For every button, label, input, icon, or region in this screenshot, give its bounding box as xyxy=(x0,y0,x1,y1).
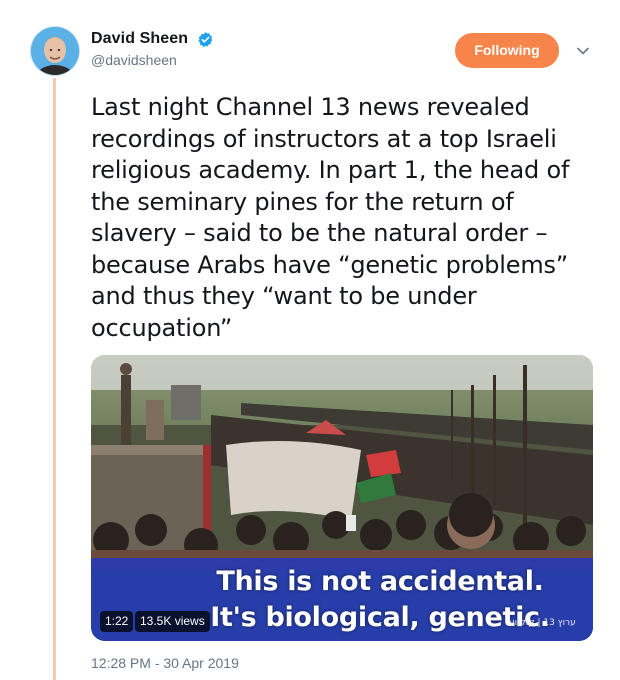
following-button[interactable]: Following xyxy=(455,33,559,68)
channel-credit: ערוץ 13 | קולנוע xyxy=(509,618,576,628)
author-display-name[interactable]: David Sheen xyxy=(91,30,188,48)
tweet-text: Last night Channel 13 news revealed reco… xyxy=(91,93,570,342)
author-avatar[interactable] xyxy=(31,27,79,75)
video-player[interactable]: This is not accidental. It's biological,… xyxy=(91,355,593,641)
tweet-timestamp[interactable]: 12:28 PM - 30 Apr 2019 xyxy=(91,655,239,671)
video-views-badge: 13.5K views xyxy=(135,611,210,632)
avatar-portrait-icon xyxy=(31,27,79,75)
video-subtitle-line-1: This is not accidental. xyxy=(216,566,544,597)
author-handle[interactable]: @davidsheen xyxy=(91,52,214,68)
video-duration-badge: 1:22 xyxy=(100,611,134,632)
author-info: David Sheen @davidsheen xyxy=(91,30,214,68)
verified-badge-icon xyxy=(198,31,212,47)
thread-connector-line xyxy=(53,78,56,680)
chevron-down-icon[interactable] xyxy=(576,44,590,58)
